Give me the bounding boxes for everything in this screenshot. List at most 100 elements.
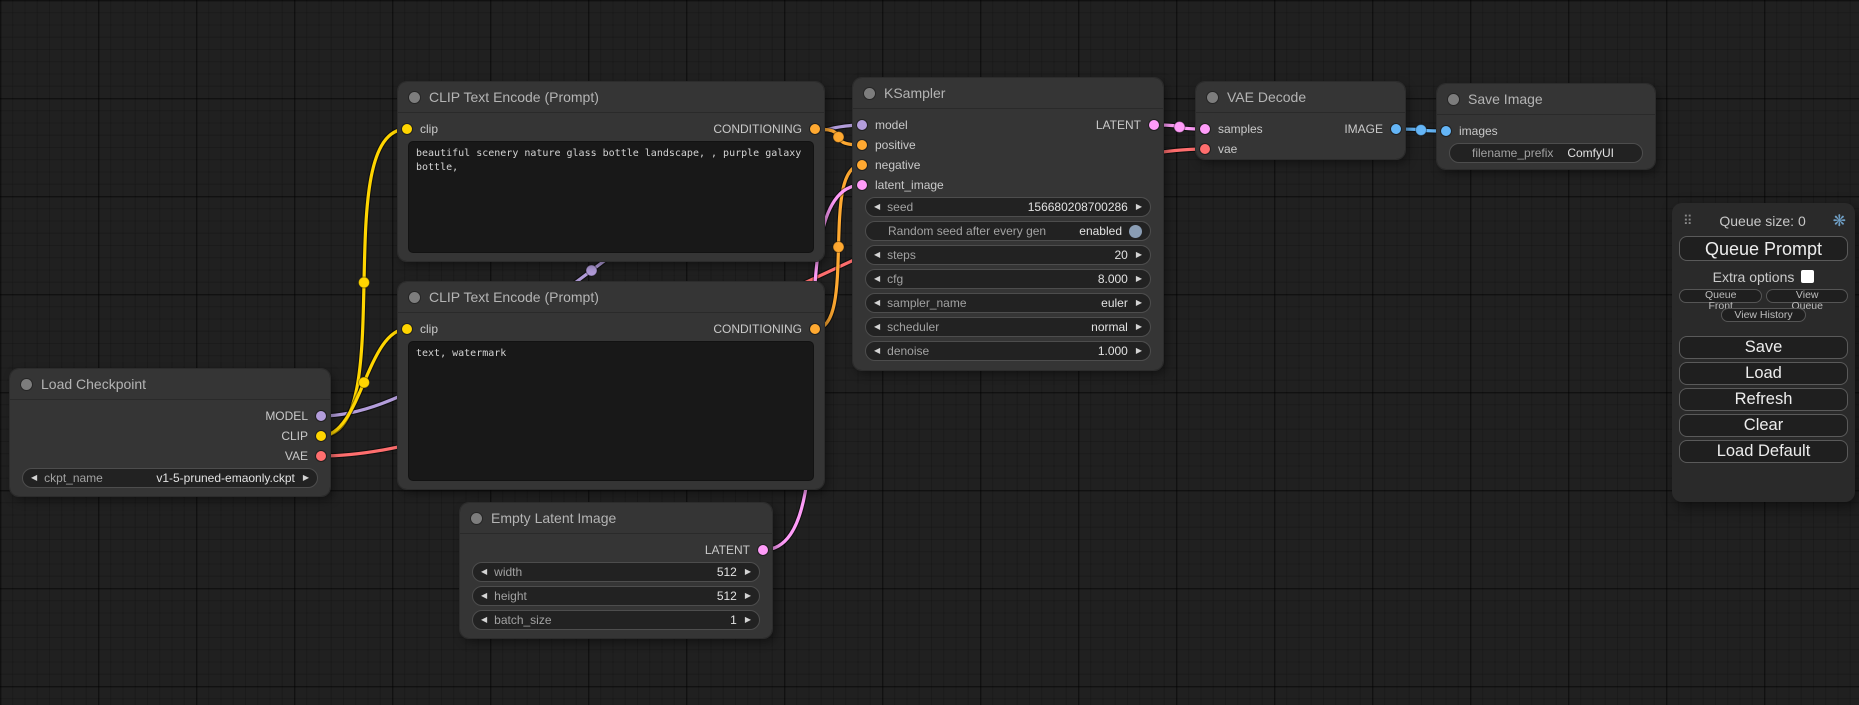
CLIP-output-port[interactable] (316, 431, 326, 441)
vae-input-port[interactable] (1200, 144, 1210, 154)
save-button[interactable]: Save (1679, 336, 1848, 359)
widget-label: seed (887, 200, 913, 214)
samples-input-port[interactable] (1200, 124, 1210, 134)
increment-arrow-icon[interactable]: ▶ (745, 592, 751, 600)
images-input-port[interactable] (1441, 126, 1451, 136)
collapse-dot-icon[interactable] (1448, 94, 1459, 105)
LATENT-output-port[interactable] (1149, 120, 1159, 130)
widget-value: ComfyUI (1567, 146, 1614, 160)
increment-arrow-icon[interactable]: ▶ (1136, 323, 1142, 331)
decrement-arrow-icon[interactable]: ◀ (874, 275, 880, 283)
MODEL-output-port[interactable] (316, 411, 326, 421)
gear-icon[interactable]: ❋ (1833, 211, 1846, 231)
node-load_checkpoint[interactable]: Load CheckpointMODELCLIPVAE◀ckpt_namev1-… (10, 369, 330, 496)
widget-label: denoise (887, 344, 929, 358)
input-label: latent_image (875, 178, 944, 192)
increment-arrow-icon[interactable]: ▶ (1136, 275, 1142, 283)
increment-arrow-icon[interactable]: ▶ (1136, 347, 1142, 355)
increment-arrow-icon[interactable]: ▶ (1136, 203, 1142, 211)
increment-arrow-icon[interactable]: ▶ (745, 616, 751, 624)
increment-arrow-icon[interactable]: ▶ (1136, 299, 1142, 307)
extra-options-checkbox[interactable] (1801, 270, 1814, 283)
LATENT-output-port[interactable] (758, 545, 768, 555)
output-column: CONDITIONING (713, 119, 824, 139)
collapse-dot-icon[interactable] (21, 379, 32, 390)
negative-input-port[interactable] (857, 160, 867, 170)
CONDITIONING-output-port[interactable] (810, 324, 820, 334)
increment-arrow-icon[interactable]: ▶ (303, 474, 309, 482)
input-label: clip (420, 122, 438, 136)
collapse-dot-icon[interactable] (471, 513, 482, 524)
refresh-button[interactable]: Refresh (1679, 388, 1848, 411)
decrement-arrow-icon[interactable]: ◀ (481, 616, 487, 624)
queue-front-button[interactable]: Queue Front (1679, 289, 1762, 303)
input-label: model (875, 118, 908, 132)
prompt-textarea[interactable] (408, 141, 814, 253)
widget-value: v1-5-pruned-emaonly.ckpt (156, 471, 295, 485)
batch-size-widget[interactable]: ◀batch_size1▶ (472, 610, 760, 630)
node-vae_decode[interactable]: VAE DecodesamplesvaeIMAGE (1196, 82, 1405, 159)
collapse-dot-icon[interactable] (409, 292, 420, 303)
input-slot-samples: samples (1196, 119, 1263, 139)
sampler-name-widget[interactable]: ◀sampler_nameeuler▶ (865, 293, 1151, 313)
input-slot-model: model (853, 115, 944, 135)
queue-prompt-button[interactable]: Queue Prompt (1679, 236, 1848, 261)
CONDITIONING-output-port[interactable] (810, 124, 820, 134)
clip-input-port[interactable] (402, 324, 412, 334)
output-label: LATENT (705, 543, 750, 557)
latent_image-input-port[interactable] (857, 180, 867, 190)
ckpt-name-widget[interactable]: ◀ckpt_namev1-5-pruned-emaonly.ckpt▶ (22, 468, 318, 488)
widgets: ◀width512▶ ◀height512▶ ◀batch_size1▶ (472, 562, 760, 630)
graph-canvas[interactable]: Load CheckpointMODELCLIPVAE◀ckpt_namev1-… (0, 0, 1859, 705)
seed-widget[interactable]: ◀seed156680208700286▶ (865, 197, 1151, 217)
positive-input-port[interactable] (857, 140, 867, 150)
queue-size-label: Queue size: 0 (1693, 213, 1833, 229)
node-ksampler[interactable]: KSamplermodelpositivenegativelatent_imag… (853, 78, 1163, 370)
drag-handle-icon[interactable]: ⠿ (1683, 213, 1693, 229)
filename-prefix-widget[interactable]: filename_prefixComfyUI (1449, 143, 1643, 163)
increment-arrow-icon[interactable]: ▶ (1136, 251, 1142, 259)
node-clip_encode_negative[interactable]: CLIP Text Encode (Prompt)clipCONDITIONIN… (398, 282, 824, 489)
node-empty_latent[interactable]: Empty Latent ImageLATENT◀width512▶◀heigh… (460, 503, 772, 638)
decrement-arrow-icon[interactable]: ◀ (874, 323, 880, 331)
VAE-output-port[interactable] (316, 451, 326, 461)
increment-arrow-icon[interactable]: ▶ (745, 568, 751, 576)
view-history-button[interactable]: View History (1721, 308, 1805, 322)
extra-options-label: Extra options (1713, 269, 1795, 285)
prompt-textarea[interactable] (408, 341, 814, 481)
node-clip_encode_positive[interactable]: CLIP Text Encode (Prompt)clipCONDITIONIN… (398, 82, 824, 261)
decrement-arrow-icon[interactable]: ◀ (874, 251, 880, 259)
clip-input-port[interactable] (402, 124, 412, 134)
collapse-dot-icon[interactable] (1207, 92, 1218, 103)
width-widget[interactable]: ◀width512▶ (472, 562, 760, 582)
clear-button[interactable]: Clear (1679, 414, 1848, 437)
decrement-arrow-icon[interactable]: ◀ (31, 474, 37, 482)
steps-widget[interactable]: ◀steps20▶ (865, 245, 1151, 265)
height-widget[interactable]: ◀height512▶ (472, 586, 760, 606)
scheduler-widget[interactable]: ◀schedulernormal▶ (865, 317, 1151, 337)
decrement-arrow-icon[interactable]: ◀ (481, 568, 487, 576)
decrement-arrow-icon[interactable]: ◀ (874, 347, 880, 355)
widget-label: cfg (887, 272, 903, 286)
load-default-button[interactable]: Load Default (1679, 440, 1848, 463)
view-queue-button[interactable]: View Queue (1766, 289, 1848, 303)
model-input-port[interactable] (857, 120, 867, 130)
IMAGE-output-port[interactable] (1391, 124, 1401, 134)
toggle-dot[interactable] (1129, 225, 1142, 238)
denoise-widget[interactable]: ◀denoise1.000▶ (865, 341, 1151, 361)
slots: LATENT (460, 540, 772, 560)
output-label: CONDITIONING (713, 322, 802, 336)
node-title-label: Load Checkpoint (41, 376, 146, 392)
collapse-dot-icon[interactable] (864, 88, 875, 99)
output-column: LATENT (705, 540, 772, 560)
random-seed-after-every-gen-widget[interactable]: Random seed after every genenabled (865, 221, 1151, 241)
collapse-dot-icon[interactable] (409, 92, 420, 103)
decrement-arrow-icon[interactable]: ◀ (874, 203, 880, 211)
decrement-arrow-icon[interactable]: ◀ (874, 299, 880, 307)
node-save_image[interactable]: Save Imageimagesfilename_prefixComfyUI (1437, 84, 1655, 169)
node-title-label: CLIP Text Encode (Prompt) (429, 289, 599, 305)
decrement-arrow-icon[interactable]: ◀ (481, 592, 487, 600)
widget-value: 20 (1114, 248, 1127, 262)
load-button[interactable]: Load (1679, 362, 1848, 385)
cfg-widget[interactable]: ◀cfg8.000▶ (865, 269, 1151, 289)
